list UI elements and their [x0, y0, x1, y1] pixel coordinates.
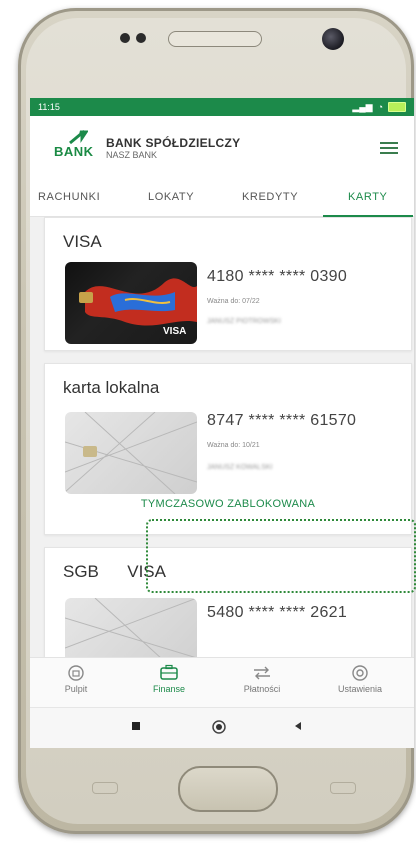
tab-karty[interactable]: KARTY — [348, 191, 387, 203]
bank-subtitle: NASZ BANK — [106, 150, 158, 160]
card-art — [65, 412, 197, 494]
card-tile-karta-lokalna[interactable]: karta lokalna 8747 **** **** 61570 Ważna… — [44, 363, 412, 535]
battery-icon — [388, 102, 406, 112]
card-tile-visa[interactable]: VISA VISA 4180 **** **** 0390 Ważna do: … — [44, 217, 412, 351]
nav-pulpit[interactable]: Pulpit — [36, 664, 116, 694]
nav-label: Pulpit — [64, 684, 88, 694]
home-circle-icon[interactable] — [212, 720, 226, 734]
logo-text: BANK — [54, 144, 94, 159]
card-validity: Ważna do: 10/21 — [207, 442, 260, 449]
recents-icon[interactable] — [130, 720, 142, 732]
wallet-icon — [160, 664, 178, 680]
earpiece-speaker — [168, 31, 262, 47]
settings-icon — [352, 665, 368, 681]
status-icons: ▂▄▆ ◔ — [352, 102, 406, 113]
bank-logo[interactable]: BANK — [54, 130, 96, 162]
front-camera — [322, 28, 344, 50]
hamburger-menu-icon[interactable] — [380, 142, 398, 154]
tab-kredyty[interactable]: KREDYTY — [242, 191, 298, 203]
card-status-blocked: TYMCZASOWO ZABLOKOWANA — [140, 498, 316, 510]
hardware-back-key[interactable] — [330, 782, 356, 794]
hardware-home-button[interactable] — [178, 766, 278, 812]
card-owner: JANUSZ PIOTROWSKI — [207, 318, 281, 325]
card-art-brand: VISA — [163, 326, 186, 337]
nav-label: Płatności — [243, 684, 281, 694]
card-owner: JANUSZ KOWALSKI — [207, 464, 273, 471]
back-icon[interactable] — [292, 720, 304, 732]
nav-label: Ustawienia — [337, 684, 383, 694]
tab-lokaty[interactable]: LOKATY — [148, 191, 194, 203]
card-number: 8747 **** **** 61570 — [207, 412, 357, 429]
transfer-icon — [254, 666, 270, 680]
card-validity: Ważna do: 07/22 — [207, 298, 260, 305]
card-title: VISA — [63, 232, 102, 251]
status-bar: 11:15 ▂▄▆ ◔ — [30, 98, 414, 116]
app-header: BANK BANK SPÓŁDZIELCZY NASZ BANK — [30, 116, 414, 178]
wifi-icon: ◔ — [377, 102, 383, 112]
tab-bar: RACHUNKI LOKATY KREDYTY KARTY — [30, 178, 414, 217]
card-title: karta lokalna — [63, 378, 160, 397]
nav-ustawienia[interactable]: Ustawienia — [320, 664, 400, 694]
tab-rachunki[interactable]: RACHUNKI — [38, 191, 100, 203]
status-highlight-outline — [146, 519, 416, 593]
sensor-dots — [120, 33, 146, 43]
nav-platnosci[interactable]: Płatności — [222, 664, 302, 694]
status-time: 11:15 — [38, 102, 60, 112]
nav-finanse[interactable]: Finanse — [129, 664, 209, 694]
home-icon — [68, 665, 84, 681]
nav-label: Finanse — [152, 684, 186, 694]
card-number: 5480 **** **** 2621 — [207, 604, 348, 621]
card-number: 4180 **** **** 0390 — [207, 268, 348, 285]
hardware-recents-key[interactable] — [92, 782, 118, 794]
android-nav-bar — [30, 707, 414, 748]
local-card-image — [65, 412, 197, 494]
signal-icon: ▂▄▆ — [352, 101, 373, 112]
bank-name: BANK SPÓŁDZIELCZY — [106, 136, 241, 150]
phone-screen: 11:15 ▂▄▆ ◔ BANK BANK SPÓŁDZIELCZY NASZ … — [30, 98, 414, 748]
visa-card-image: VISA — [65, 262, 197, 344]
card-art: VISA — [79, 278, 197, 337]
bottom-navigation: Pulpit Finanse Płatności Ustawienia — [30, 657, 414, 708]
